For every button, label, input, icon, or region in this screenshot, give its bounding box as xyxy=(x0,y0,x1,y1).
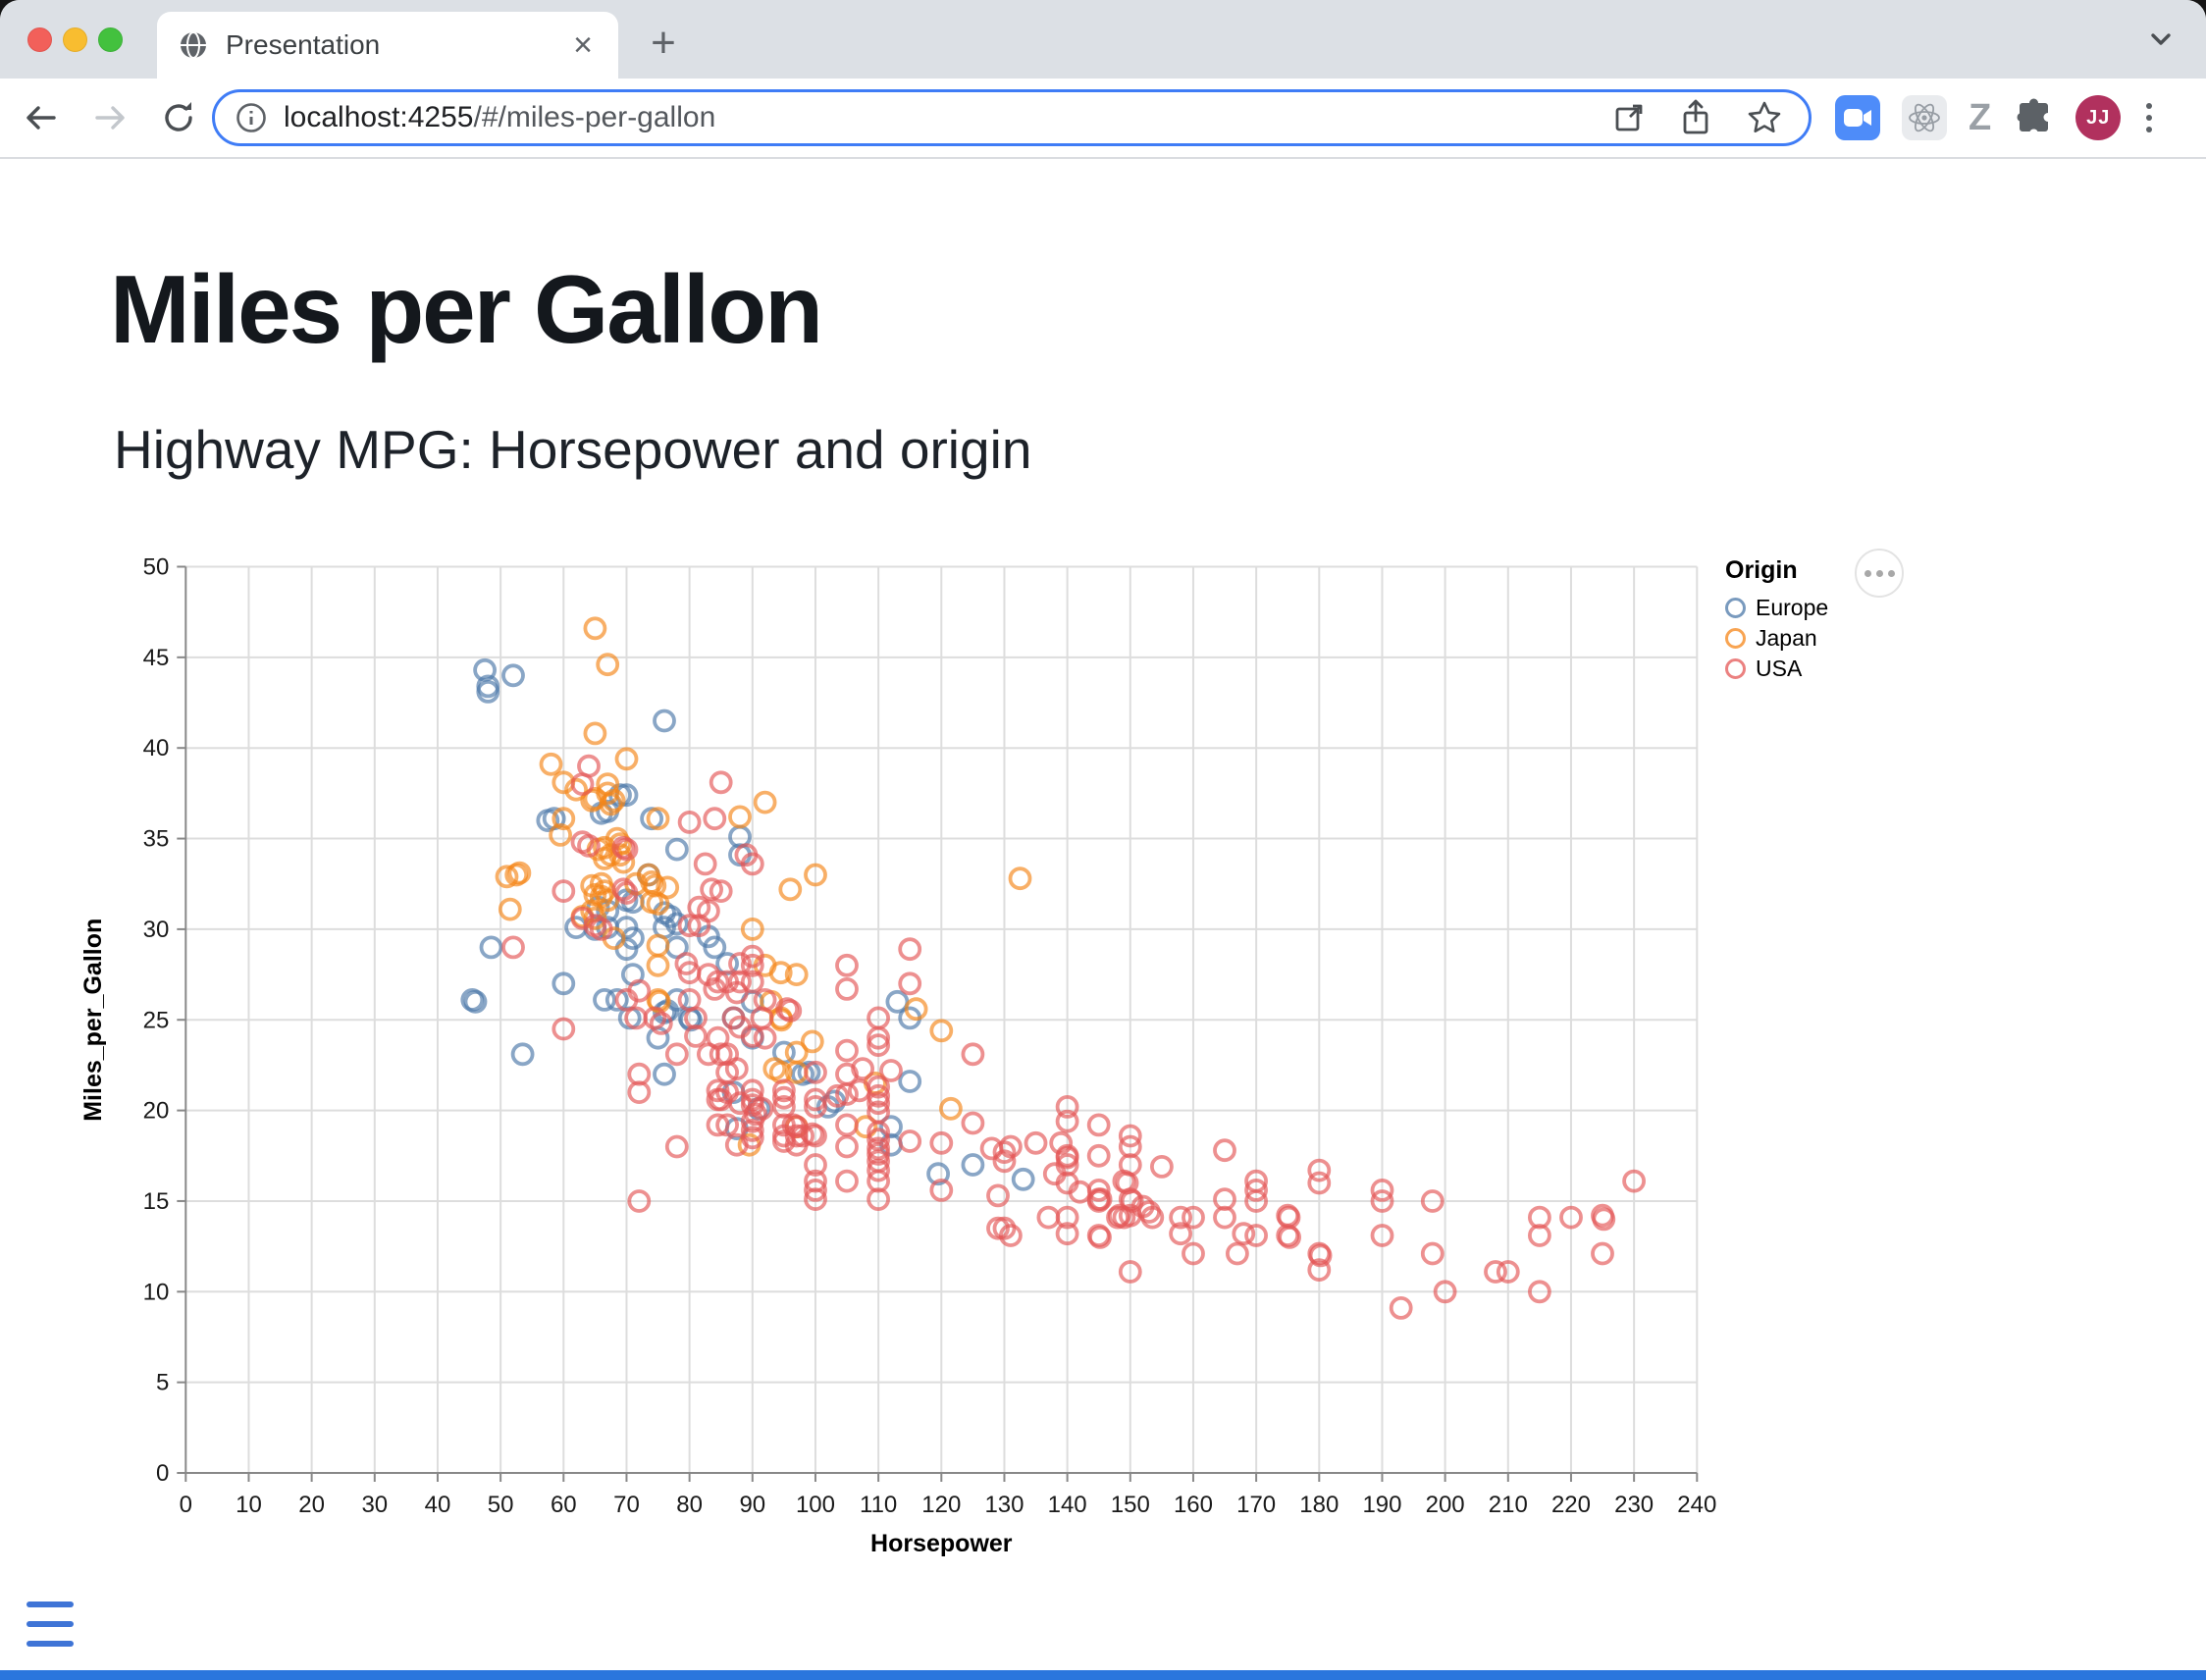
z-extension-icon[interactable]: Z xyxy=(1969,97,1991,139)
open-in-new-window-icon[interactable] xyxy=(1612,101,1646,134)
svg-text:10: 10 xyxy=(236,1492,262,1518)
svg-text:220: 220 xyxy=(1551,1492,1591,1518)
svg-text:50: 50 xyxy=(488,1492,514,1518)
svg-text:30: 30 xyxy=(143,917,170,943)
globe-favicon-icon xyxy=(179,30,208,60)
back-button[interactable] xyxy=(14,90,69,145)
svg-text:10: 10 xyxy=(143,1279,170,1305)
vega-actions-button[interactable] xyxy=(1855,549,1904,598)
page-title: Miles per Gallon xyxy=(110,254,821,365)
svg-text:180: 180 xyxy=(1299,1492,1339,1518)
mpg-scatter-chart: 0102030405060708090100110120130140150160… xyxy=(0,161,2206,1680)
svg-text:60: 60 xyxy=(551,1492,577,1518)
presentation-progress-bar[interactable] xyxy=(0,1670,2206,1680)
svg-text:100: 100 xyxy=(796,1492,835,1518)
svg-text:40: 40 xyxy=(143,735,170,761)
svg-text:Horsepower: Horsepower xyxy=(870,1530,1013,1557)
legend-title: Origin xyxy=(1725,556,1828,585)
reload-button[interactable] xyxy=(151,90,206,145)
svg-text:45: 45 xyxy=(143,645,170,671)
legend-label: Europe xyxy=(1756,595,1828,621)
window-zoom-button[interactable] xyxy=(98,27,123,52)
svg-text:0: 0 xyxy=(156,1460,169,1487)
browser-toolbar: localhost:4255/#/miles-per-gallon xyxy=(0,79,2206,159)
extensions-puzzle-icon[interactable] xyxy=(2013,97,2054,138)
video-camera-icon xyxy=(1844,108,1871,128)
svg-text:30: 30 xyxy=(361,1492,388,1518)
tab-search-chevron-icon[interactable] xyxy=(2143,26,2179,53)
svg-text:120: 120 xyxy=(921,1492,961,1518)
svg-text:240: 240 xyxy=(1677,1492,1716,1518)
svg-text:0: 0 xyxy=(180,1492,192,1518)
dot-icon xyxy=(1876,570,1883,577)
svg-text:170: 170 xyxy=(1236,1492,1276,1518)
legend-item-japan: Japan xyxy=(1725,623,1828,654)
svg-text:20: 20 xyxy=(298,1492,325,1518)
svg-text:20: 20 xyxy=(143,1098,170,1125)
url-host: localhost:4255 xyxy=(284,101,473,133)
dot-icon xyxy=(1865,570,1871,577)
url-path: /#/miles-per-gallon xyxy=(473,101,715,133)
extension-icons: Z JJ xyxy=(1835,88,2156,147)
url-text[interactable]: localhost:4255/#/miles-per-gallon xyxy=(284,101,1612,134)
svg-text:230: 230 xyxy=(1614,1492,1654,1518)
svg-text:5: 5 xyxy=(156,1370,169,1396)
legend-ring-icon xyxy=(1725,658,1746,679)
svg-text:70: 70 xyxy=(613,1492,640,1518)
back-arrow-icon xyxy=(22,98,61,137)
bookmark-star-icon[interactable] xyxy=(1746,99,1783,136)
dot-icon xyxy=(1888,570,1895,577)
chart-legend: Origin Europe Japan USA xyxy=(1725,556,1828,684)
legend-label: USA xyxy=(1756,656,1802,682)
svg-text:40: 40 xyxy=(425,1492,451,1518)
svg-text:80: 80 xyxy=(676,1492,703,1518)
page-subtitle: Highway MPG: Horsepower and origin xyxy=(114,418,1031,481)
tab-strip: Presentation × + xyxy=(0,0,2206,79)
tab-close-icon[interactable]: × xyxy=(569,28,597,62)
legend-ring-icon xyxy=(1725,628,1746,649)
browser-tab[interactable]: Presentation × xyxy=(157,12,618,79)
svg-text:130: 130 xyxy=(984,1492,1024,1518)
svg-text:15: 15 xyxy=(143,1188,170,1215)
svg-text:35: 35 xyxy=(143,826,170,853)
window-minimize-button[interactable] xyxy=(63,27,87,52)
forward-button[interactable] xyxy=(82,90,137,145)
legend-item-europe: Europe xyxy=(1725,593,1828,623)
url-bar[interactable]: localhost:4255/#/miles-per-gallon xyxy=(212,89,1812,146)
svg-text:210: 210 xyxy=(1489,1492,1528,1518)
forward-arrow-icon xyxy=(90,98,130,137)
svg-text:90: 90 xyxy=(739,1492,765,1518)
svg-text:50: 50 xyxy=(143,554,170,581)
presentation-slide: Miles per Gallon Highway MPG: Horsepower… xyxy=(0,161,2206,1680)
svg-text:25: 25 xyxy=(143,1007,170,1033)
profile-avatar[interactable]: JJ xyxy=(2075,95,2121,140)
reload-icon xyxy=(159,98,198,137)
zoom-app-icon[interactable] xyxy=(1835,95,1880,140)
new-tab-button[interactable]: + xyxy=(636,18,691,73)
svg-text:160: 160 xyxy=(1174,1492,1213,1518)
page-info-icon[interactable] xyxy=(235,101,268,134)
browser-menu-kebab-icon[interactable] xyxy=(2142,97,2156,138)
legend-label: Japan xyxy=(1756,625,1817,652)
share-icon[interactable] xyxy=(1679,98,1712,137)
window-close-button[interactable] xyxy=(27,27,52,52)
react-devtools-icon[interactable] xyxy=(1902,95,1947,140)
legend-item-usa: USA xyxy=(1725,654,1828,684)
atom-icon xyxy=(1907,100,1942,135)
legend-ring-icon xyxy=(1725,598,1746,618)
tab-title: Presentation xyxy=(226,29,569,61)
svg-text:150: 150 xyxy=(1111,1492,1150,1518)
svg-text:190: 190 xyxy=(1362,1492,1401,1518)
browser-window: Presentation × + xyxy=(0,0,2206,1680)
svg-text:200: 200 xyxy=(1426,1492,1465,1518)
svg-text:140: 140 xyxy=(1048,1492,1087,1518)
slide-menu-hamburger-icon[interactable] xyxy=(26,1601,74,1647)
svg-text:110: 110 xyxy=(860,1492,897,1518)
svg-text:Miles_per_Gallon: Miles_per_Gallon xyxy=(79,919,107,1122)
